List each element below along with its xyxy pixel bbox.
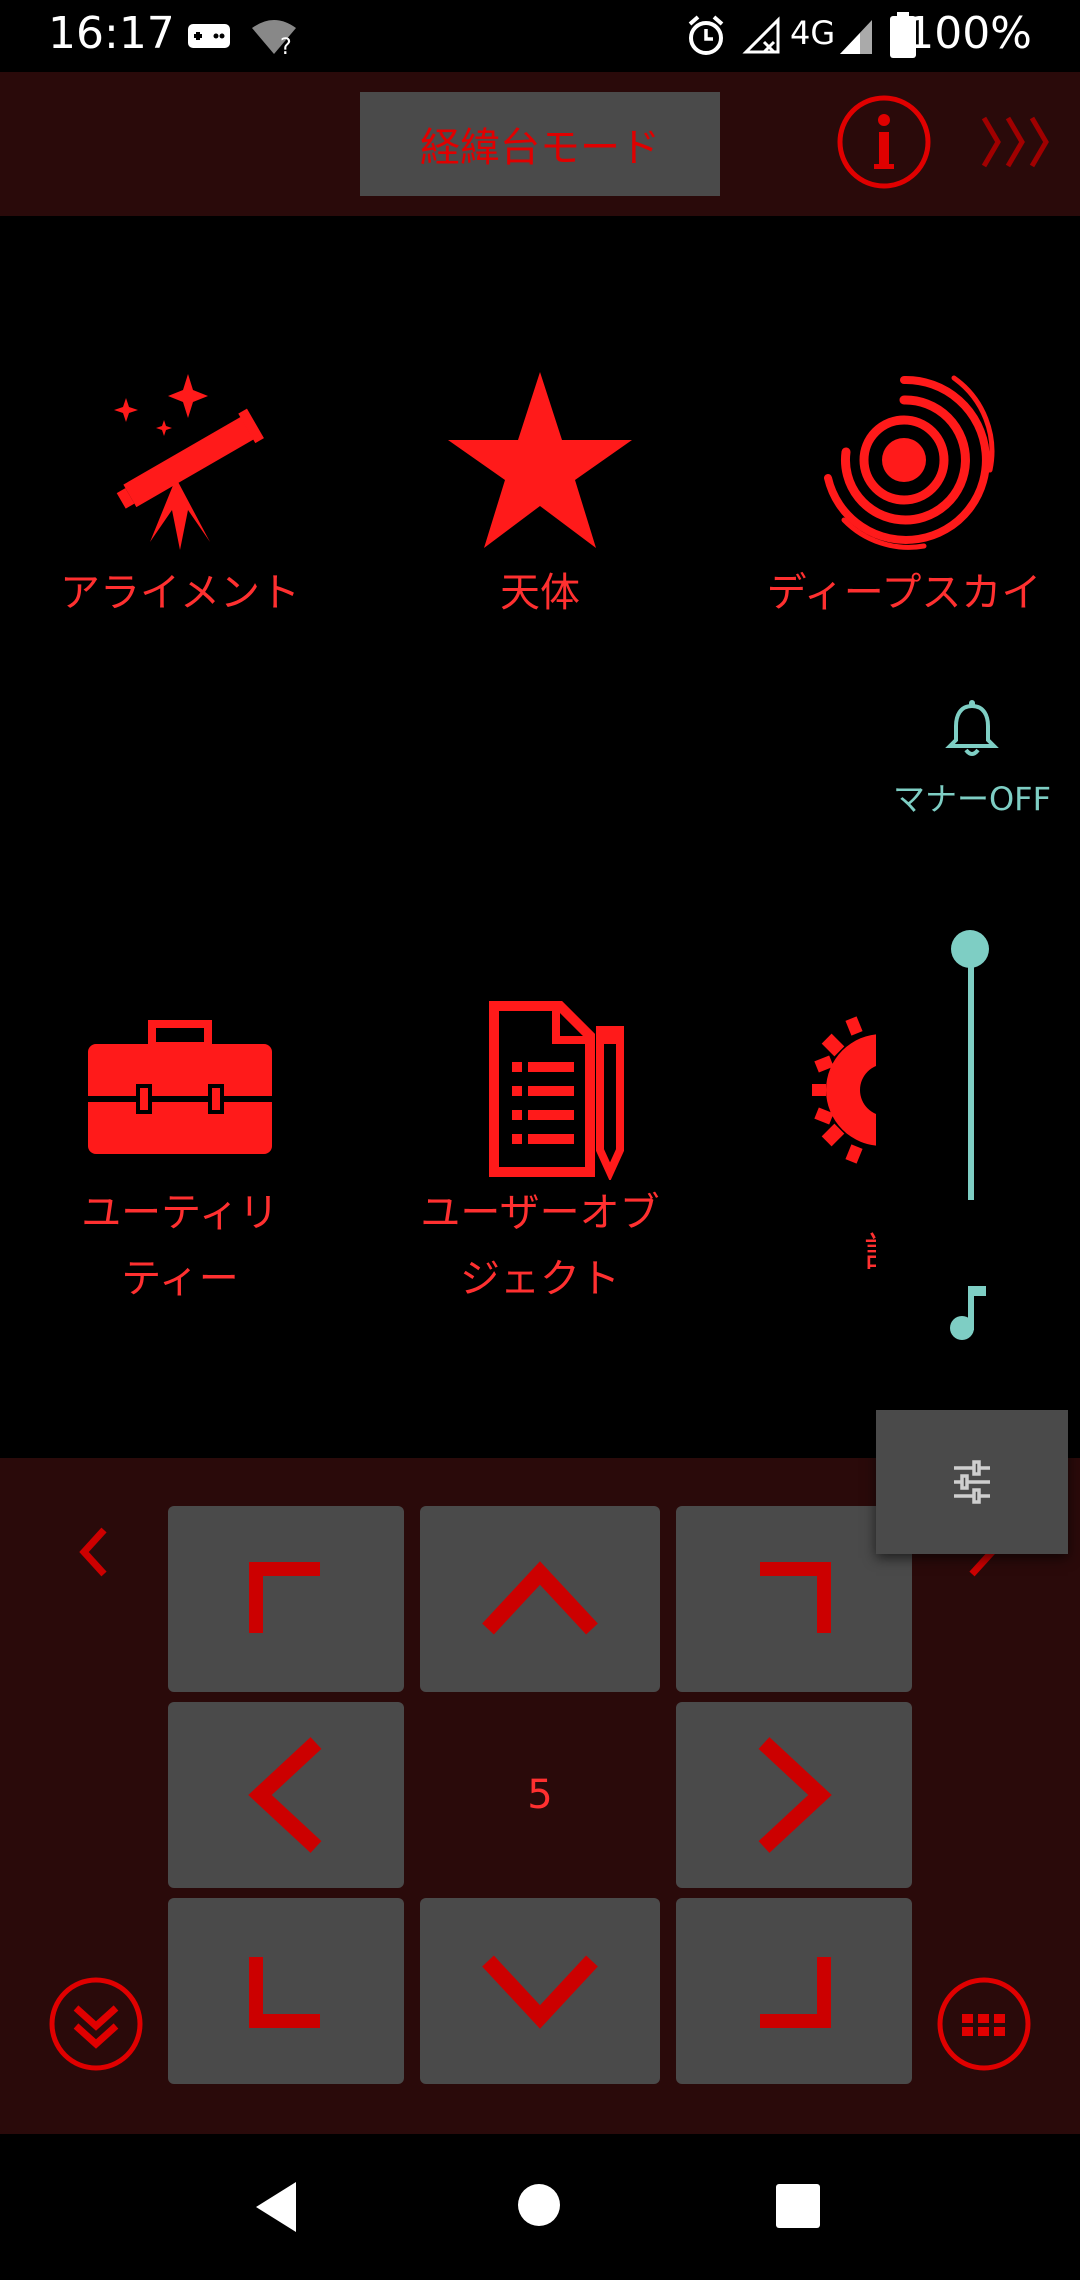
system-navigation-bar bbox=[0, 2134, 1080, 2280]
chevron-left-icon[interactable] bbox=[76, 1524, 110, 1580]
signal-off-icon bbox=[742, 16, 780, 54]
corner-down-left-icon bbox=[249, 1957, 320, 2028]
status-bar: 16:17 ? 4G 100% bbox=[0, 0, 1080, 72]
triple-chevron-right-icon[interactable] bbox=[980, 112, 1056, 172]
wifi-unknown-icon: ? bbox=[252, 20, 296, 56]
alarm-icon bbox=[688, 15, 724, 55]
move-right-button[interactable] bbox=[676, 1702, 912, 1888]
keypad-icon[interactable] bbox=[936, 1976, 1032, 2072]
signal-icon bbox=[840, 20, 872, 54]
menu-item-utility[interactable]: ユーティリ ティー bbox=[0, 1000, 360, 1312]
menu-item-user-object[interactable]: ユーザーオブ ジェクト bbox=[360, 1000, 720, 1312]
manner-mode-label: マナーOFF bbox=[892, 780, 1051, 818]
recents-icon[interactable] bbox=[776, 2184, 820, 2228]
back-icon[interactable] bbox=[252, 2180, 300, 2234]
menu-label-celestial: 天体 bbox=[500, 570, 580, 616]
network-type: 4G bbox=[790, 14, 836, 52]
menu-label-alignment: アライメント bbox=[60, 570, 300, 616]
menu-item-celestial[interactable]: 天体 bbox=[360, 360, 720, 626]
corner-up-left-icon bbox=[249, 1562, 320, 1633]
move-down-left-button[interactable] bbox=[168, 1898, 404, 2084]
menu-label-utility: ユーティリ ティー bbox=[81, 1190, 279, 1302]
volume-slider-track[interactable] bbox=[968, 948, 974, 1200]
corner-up-right-icon bbox=[760, 1562, 831, 1633]
menu-item-settings[interactable]: 設 bbox=[800, 1000, 876, 1280]
home-icon[interactable] bbox=[516, 2182, 562, 2228]
slew-speed-value: 5 bbox=[527, 1772, 553, 1818]
double-chevron-down-icon[interactable] bbox=[48, 1976, 144, 2072]
menu-item-alignment[interactable]: アライメント bbox=[0, 360, 360, 626]
menu-label-settings: 設 bbox=[864, 1220, 876, 1278]
move-up-button[interactable] bbox=[420, 1506, 660, 1692]
chevron-down-icon bbox=[482, 1955, 598, 2029]
sliders-icon bbox=[954, 1460, 990, 1504]
battery-percentage: 100% bbox=[906, 8, 1032, 59]
menu-label-deep-sky: ディープスカイ bbox=[766, 570, 1042, 616]
star-icon bbox=[448, 372, 632, 548]
corner-down-right-icon bbox=[760, 1957, 831, 2028]
telescope-icon bbox=[114, 374, 264, 550]
chevron-left-large-icon bbox=[248, 1737, 322, 1853]
gear-icon bbox=[812, 1016, 876, 1164]
chevron-up-icon bbox=[482, 1561, 598, 1635]
move-down-button[interactable] bbox=[420, 1898, 660, 2084]
move-up-left-button[interactable] bbox=[168, 1506, 404, 1692]
status-time: 16:17 bbox=[48, 8, 175, 59]
volume-settings-button[interactable] bbox=[876, 1410, 1068, 1554]
document-pencil-icon bbox=[489, 1001, 624, 1180]
info-icon[interactable] bbox=[836, 94, 932, 190]
menu-item-deep-sky[interactable]: ディープスカイ bbox=[724, 360, 1080, 626]
mount-mode-button[interactable]: 経緯台モード bbox=[360, 92, 720, 196]
move-left-button[interactable] bbox=[168, 1702, 404, 1888]
toolbox-icon bbox=[88, 1020, 272, 1154]
chevron-right-large-icon bbox=[758, 1737, 832, 1853]
move-down-right-button[interactable] bbox=[676, 1898, 912, 2084]
menu-label-user-object: ユーザーオブ ジェクト bbox=[420, 1190, 660, 1302]
volume-slider-thumb[interactable] bbox=[951, 930, 989, 968]
gamepad-icon bbox=[188, 24, 230, 48]
galaxy-icon bbox=[824, 375, 995, 550]
music-note-icon bbox=[950, 1286, 986, 1340]
bell-icon[interactable] bbox=[944, 700, 1000, 760]
svg-text:?: ? bbox=[280, 35, 292, 56]
